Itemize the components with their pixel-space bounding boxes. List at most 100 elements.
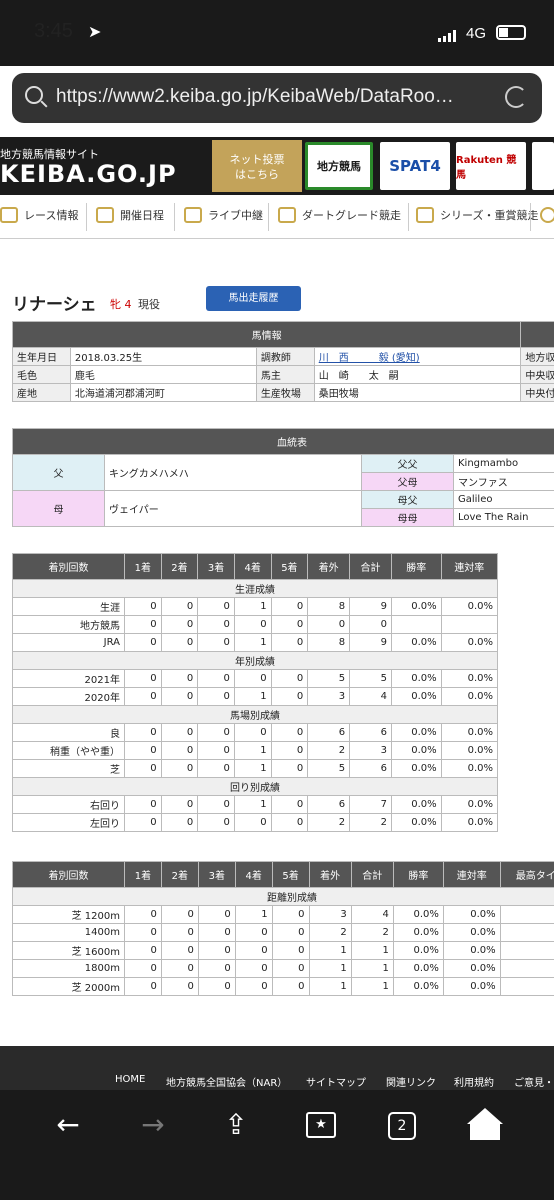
results-col-header: 着別回数: [12, 553, 125, 580]
url-text[interactable]: https://www2.keiba.go.jp/KeibaWeb/DataRo…: [56, 86, 486, 108]
table-row: 芝 1600m 0 0 0 0 0 1 1 0.0% 0.0%: [12, 941, 554, 960]
distance-cell: 0: [197, 923, 236, 942]
mm-name: Love The Rain: [453, 508, 554, 527]
distance-cell: 0: [271, 923, 310, 942]
net-vote-button[interactable]: ネット投票 はこちら: [212, 140, 302, 192]
forward-icon[interactable]: →: [133, 1108, 173, 1148]
distance-cell: 2: [350, 923, 394, 942]
home-icon[interactable]: [470, 1122, 500, 1140]
nav-dirt-grade[interactable]: ダートグレード競走: [278, 207, 401, 223]
info-label: 中央収得: [520, 365, 554, 384]
trainer-link[interactable]: 川 西 毅 (愛知): [319, 353, 420, 364]
site-logo[interactable]: KEIBA.GO.JP: [0, 160, 177, 188]
results-cell: 8: [307, 597, 351, 616]
dam-name: ヴェイパー: [104, 490, 362, 527]
net-vote-label: ネット投票 はこちら: [229, 153, 285, 181]
race-history-button[interactable]: 馬出走履歴: [206, 286, 301, 311]
results-cell: 0: [270, 633, 309, 652]
nav-schedule[interactable]: 開催日程: [96, 207, 164, 223]
fm-name: マンファス: [453, 472, 554, 491]
results-cell: 0: [270, 615, 309, 634]
distance-cell: 0: [271, 905, 310, 924]
results-cell: JRA: [12, 633, 125, 652]
results-col-header: 連対率: [440, 553, 499, 580]
info-value: 2018.03.25生: [69, 347, 257, 366]
footer-link-sitemap[interactable]: サイトマップ: [306, 1074, 366, 1089]
banner-chihou-label: 地方競馬: [317, 160, 361, 173]
tabs-icon[interactable]: 2: [388, 1112, 416, 1140]
distance-col-header: 4着: [234, 861, 273, 888]
results-cell: 0: [124, 813, 162, 832]
distance-cell: 1: [350, 977, 394, 996]
nav-race-info[interactable]: レース情報: [0, 207, 78, 223]
distance-cell: 0.0%: [442, 923, 501, 942]
results-cell: 2: [307, 813, 351, 832]
footer-link-nar[interactable]: 地方競馬全国協会（NAR）: [166, 1074, 287, 1089]
distance-cell: 2: [308, 923, 352, 942]
distance-cell: 0.0%: [442, 941, 501, 960]
results-cell: 0.0%: [440, 795, 499, 814]
reload-icon[interactable]: [505, 86, 527, 108]
distance-cell: 0.0%: [442, 959, 501, 978]
ticket-icon: [184, 207, 202, 223]
banner-rakuten[interactable]: Rakuten 競馬: [456, 142, 526, 190]
results-cell: 6: [307, 795, 351, 814]
footer-link-terms[interactable]: 利用規約: [454, 1074, 494, 1089]
results-cell: 0: [197, 741, 235, 760]
nav-label: レース情報: [24, 209, 79, 222]
results-cell: 0: [270, 813, 309, 832]
distance-section-title: 距離別成績: [12, 887, 554, 906]
distance-cell: 0: [160, 977, 199, 996]
nav-next-icon[interactable]: [540, 207, 554, 223]
distance-cell: 1: [308, 977, 352, 996]
results-cell: 1: [233, 741, 272, 760]
results-col-header: 勝率: [390, 553, 442, 580]
distance-cell: 0: [197, 941, 236, 960]
bookmarks-icon[interactable]: ★: [306, 1112, 336, 1138]
results-cell: 0: [270, 687, 309, 706]
back-icon[interactable]: ←: [48, 1108, 88, 1148]
distance-cell: 0: [234, 959, 273, 978]
results-cell: [390, 615, 442, 634]
results-cell: 0.0%: [440, 669, 499, 688]
banner-chihou[interactable]: 地方競馬: [305, 142, 373, 190]
share-icon[interactable]: ⇪: [216, 1108, 256, 1148]
results-cell: 0: [124, 687, 162, 706]
results-cell: 0: [124, 723, 162, 742]
distance-cell: 芝 1200m: [12, 905, 125, 924]
results-cell: 0: [349, 615, 392, 634]
distance-cell-empty: [499, 923, 554, 942]
nav-series[interactable]: シリーズ・重賞競走: [416, 207, 538, 223]
results-cell: 右回り: [12, 795, 125, 814]
footer-link-home[interactable]: HOME: [115, 1074, 145, 1085]
results-section-title: 馬場別成績: [12, 705, 498, 724]
horse-name: リナーシェ: [12, 295, 97, 315]
distance-cell: 0: [197, 905, 236, 924]
info-header: 馬情報: [11, 321, 522, 348]
distance-cell-empty: [499, 941, 554, 960]
results-cell: 1: [233, 687, 272, 706]
ff-label: 父父: [361, 454, 454, 473]
results-cell: 0: [197, 633, 235, 652]
nav-live[interactable]: ライブ中継: [184, 207, 263, 223]
results-section-title: 生涯成績: [12, 579, 498, 598]
distance-cell: 0: [197, 959, 236, 978]
table-row: 生涯 0 0 0 1 0 8 9 0.0% 0.0%: [12, 597, 499, 616]
footer-link-feedback[interactable]: ご意見・: [514, 1074, 554, 1089]
distance-cell: 0.0%: [392, 905, 444, 924]
distance-cell: 0: [271, 941, 310, 960]
table-row: 1400m 0 0 0 0 0 2 2 0.0% 0.0%: [12, 923, 554, 942]
banner-spat4[interactable]: SPAT4: [380, 142, 450, 190]
table-row: 右回り 0 0 0 1 0 6 7 0.0% 0.0%: [12, 795, 499, 814]
results-section-title: 年別成績: [12, 651, 498, 670]
sire-label: 父: [12, 454, 105, 491]
results-cell: 0: [197, 759, 235, 778]
results-cell: 0.0%: [390, 795, 442, 814]
distance-cell: 1: [350, 959, 394, 978]
banner-partial[interactable]: [532, 142, 554, 190]
info-label: 調教師: [255, 347, 315, 366]
results-col-header: 3着: [197, 553, 235, 580]
footer-link-related[interactable]: 関連リンク: [386, 1074, 436, 1089]
distance-cell: 0: [124, 905, 162, 924]
results-col-header: 合計: [349, 553, 392, 580]
